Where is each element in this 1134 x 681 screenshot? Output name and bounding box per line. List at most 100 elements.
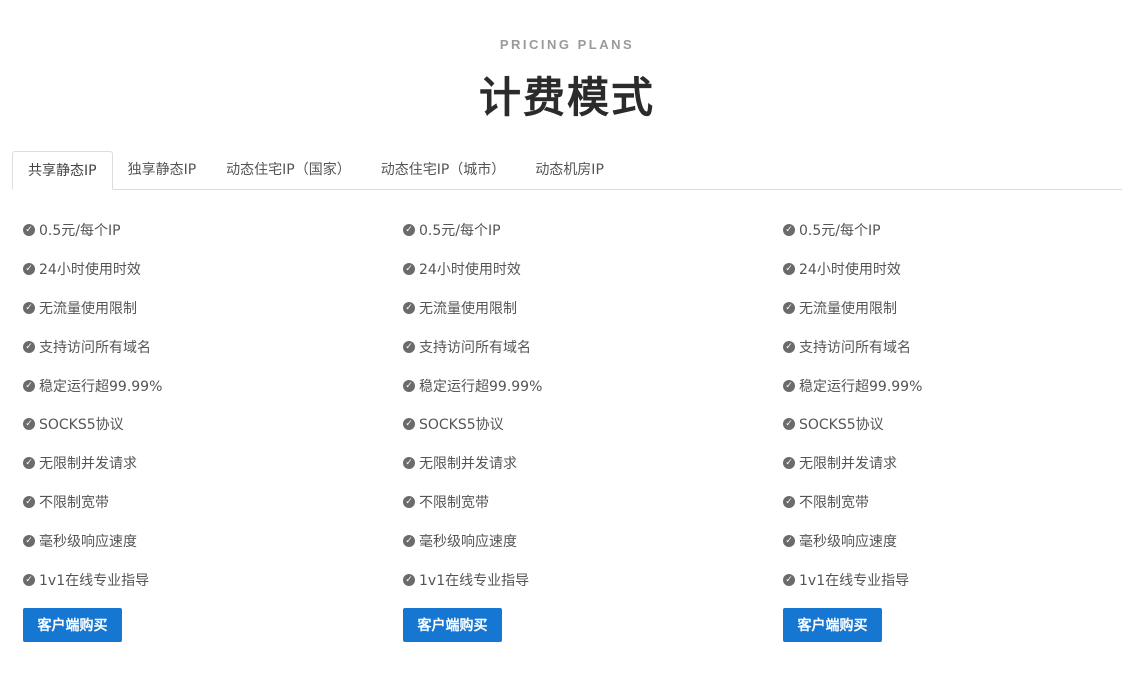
feature-label: 无流量使用限制 (419, 300, 517, 317)
check-circle-icon: ✓ (403, 301, 415, 314)
feature-label: 无流量使用限制 (39, 300, 137, 317)
feature-label: 无限制并发请求 (39, 456, 137, 473)
feature-label: 0.5元/每个IP (39, 223, 121, 240)
feature-label: 24小时使用时效 (419, 262, 521, 279)
feature-label: SOCKS5协议 (39, 417, 124, 434)
check-circle-icon: ✓ (783, 224, 795, 237)
feature-label: 无限制并发请求 (799, 456, 897, 473)
check-circle-icon: ✓ (23, 263, 35, 276)
feature-item: ✓ 无流量使用限制 (23, 289, 383, 328)
check-circle-icon: ✓ (403, 340, 415, 353)
feature-item: ✓ 0.5元/每个IP (23, 211, 383, 250)
check-circle-icon: ✓ (23, 418, 35, 431)
feature-item: ✓ 毫秒级响应速度 (403, 521, 763, 560)
feature-label: 稳定运行超99.99% (419, 378, 543, 395)
feature-item: ✓ 24小时使用时效 (23, 250, 383, 289)
feature-item: ✓ 1v1在线专业指导 (403, 560, 763, 599)
feature-item: ✓ 无限制并发请求 (403, 444, 763, 483)
check-circle-icon: ✓ (403, 418, 415, 431)
feature-label: 不限制宽带 (419, 494, 489, 511)
feature-item: ✓ 稳定运行超99.99% (403, 366, 763, 405)
feature-item: ✓ 毫秒级响应速度 (783, 521, 1134, 560)
feature-item: ✓ 稳定运行超99.99% (783, 366, 1134, 405)
check-circle-icon: ✓ (403, 379, 415, 392)
feature-item: ✓ 1v1在线专业指导 (23, 560, 383, 599)
check-circle-icon: ✓ (23, 534, 35, 547)
feature-item: ✓ 支持访问所有域名 (403, 327, 763, 366)
check-circle-icon: ✓ (783, 301, 795, 314)
feature-item: ✓ 不限制宽带 (783, 483, 1134, 522)
check-circle-icon: ✓ (403, 224, 415, 237)
feature-item: ✓ 无限制并发请求 (23, 444, 383, 483)
feature-label: 24小时使用时效 (39, 262, 141, 279)
feature-item: ✓ 24小时使用时效 (403, 250, 763, 289)
tab-dynamic-datacenter-ip[interactable]: 动态机房IP (520, 151, 619, 189)
plan-column-2: ✓ 0.5元/每个IP ✓ 24小时使用时效 ✓ 无流量使用限制 ✓ 支持访问所有域名 … (403, 211, 763, 599)
feature-label: 无流量使用限制 (799, 300, 897, 317)
feature-label: 稳定运行超99.99% (799, 378, 923, 395)
check-circle-icon: ✓ (23, 495, 35, 508)
check-circle-icon: ✓ (783, 534, 795, 547)
check-circle-icon: ✓ (783, 379, 795, 392)
check-circle-icon: ✓ (23, 301, 35, 314)
check-circle-icon: ✓ (783, 457, 795, 470)
feature-item: ✓ 稳定运行超99.99% (23, 366, 383, 405)
tab-dynamic-residential-country[interactable]: 动态住宅IP（国家） (211, 151, 366, 189)
client-buy-button-3[interactable]: 客户端购买 (783, 608, 882, 642)
check-circle-icon: ✓ (783, 495, 795, 508)
check-circle-icon: ✓ (403, 457, 415, 470)
client-buy-button-2[interactable]: 客户端购买 (403, 608, 502, 642)
feature-label: 支持访问所有域名 (39, 339, 151, 356)
pricing-tabs: 共享静态IP 独享静态IP 动态住宅IP（国家） 动态住宅IP（城市） 动态机房… (12, 151, 1122, 190)
plan-column-1: ✓ 0.5元/每个IP ✓ 24小时使用时效 ✓ 无流量使用限制 ✓ 支持访问所有域名 … (23, 211, 383, 599)
feature-item: ✓ SOCKS5协议 (23, 405, 383, 444)
feature-item: ✓ 无流量使用限制 (783, 289, 1134, 328)
tab-dynamic-residential-city[interactable]: 动态住宅IP（城市） (366, 151, 521, 189)
feature-label: 毫秒级响应速度 (799, 533, 897, 550)
feature-item: ✓ 支持访问所有域名 (783, 327, 1134, 366)
feature-item: ✓ 1v1在线专业指导 (783, 560, 1134, 599)
check-circle-icon: ✓ (403, 263, 415, 276)
client-buy-button-1[interactable]: 客户端购买 (23, 608, 122, 642)
feature-item: ✓ 0.5元/每个IP (783, 211, 1134, 250)
check-circle-icon: ✓ (783, 340, 795, 353)
feature-item: ✓ SOCKS5协议 (403, 405, 763, 444)
feature-label: 支持访问所有域名 (799, 339, 911, 356)
feature-item: ✓ 0.5元/每个IP (403, 211, 763, 250)
feature-label: 1v1在线专业指导 (419, 572, 530, 589)
feature-label: 24小时使用时效 (799, 262, 901, 279)
feature-item: ✓ SOCKS5协议 (783, 405, 1134, 444)
feature-label: 1v1在线专业指导 (39, 572, 150, 589)
feature-item: ✓ 无限制并发请求 (783, 444, 1134, 483)
feature-label: SOCKS5协议 (419, 417, 504, 434)
feature-item: ✓ 不限制宽带 (403, 483, 763, 522)
check-circle-icon: ✓ (23, 340, 35, 353)
feature-label: 稳定运行超99.99% (39, 378, 163, 395)
feature-label: 不限制宽带 (799, 494, 869, 511)
feature-item: ✓ 24小时使用时效 (783, 250, 1134, 289)
check-circle-icon: ✓ (783, 418, 795, 431)
feature-label: 0.5元/每个IP (419, 223, 501, 240)
feature-label: 毫秒级响应速度 (419, 533, 517, 550)
check-circle-icon: ✓ (23, 573, 35, 586)
check-circle-icon: ✓ (23, 457, 35, 470)
check-circle-icon: ✓ (23, 224, 35, 237)
feature-label: 无限制并发请求 (419, 456, 517, 473)
check-circle-icon: ✓ (403, 495, 415, 508)
check-circle-icon: ✓ (783, 263, 795, 276)
tab-shared-static-ip[interactable]: 共享静态IP (12, 151, 113, 190)
page-title: 计费模式 (478, 73, 655, 122)
feature-label: 1v1在线专业指导 (799, 572, 910, 589)
feature-label: 毫秒级响应速度 (39, 533, 137, 550)
feature-item: ✓ 毫秒级响应速度 (23, 521, 383, 560)
feature-label: 0.5元/每个IP (799, 223, 881, 240)
check-circle-icon: ✓ (783, 573, 795, 586)
feature-label: 支持访问所有域名 (419, 339, 531, 356)
tab-dedicated-static-ip[interactable]: 独享静态IP (113, 151, 212, 189)
plan-column-3: ✓ 0.5元/每个IP ✓ 24小时使用时效 ✓ 无流量使用限制 ✓ 支持访问所有域名 … (783, 211, 1134, 599)
feature-item: ✓ 支持访问所有域名 (23, 327, 383, 366)
feature-item: ✓ 无流量使用限制 (403, 289, 763, 328)
feature-label: 不限制宽带 (39, 494, 109, 511)
feature-item: ✓ 不限制宽带 (23, 483, 383, 522)
check-circle-icon: ✓ (403, 534, 415, 547)
